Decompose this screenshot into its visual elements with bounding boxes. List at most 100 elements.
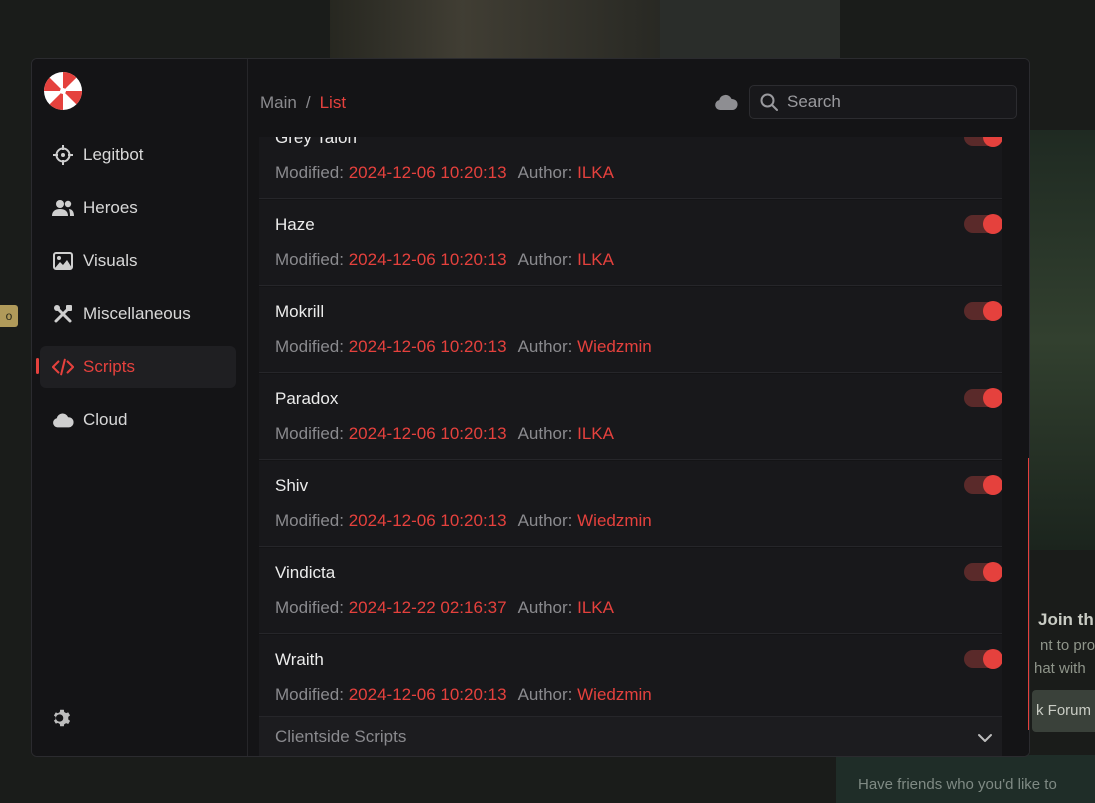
sidebar: Legitbot Heroes Visuals Miscellaneous Sc… [32,59,248,756]
list-item: Wraith Modified: 2024-12-06 10:20:13 Auth… [259,635,1002,716]
toggle-knob [983,301,1002,321]
script-name: Mokrill [275,302,325,321]
author-name[interactable]: ILKA [577,424,614,443]
sidebar-item-miscellaneous[interactable]: Miscellaneous [40,293,236,335]
modified-label: Modified: [275,685,344,704]
script-meta: Modified: 2024-12-06 10:20:13 Author: Wie… [275,337,652,357]
modified-date: 2024-12-06 10:20:13 [348,511,507,530]
author-name[interactable]: Wiedzmin [577,685,652,704]
gear-icon[interactable] [51,707,73,729]
modified-label: Modified: [275,337,344,356]
scrollbar-thumb[interactable] [1028,458,1029,730]
chevron-down-icon [978,734,992,742]
script-name: Haze [275,215,315,234]
list-item: Grey Talon Modified: 2024-12-06 10:20:13… [259,137,1002,199]
author-name[interactable]: Wiedzmin [577,511,652,530]
clientside-scripts-section[interactable]: Clientside Scripts [259,716,1002,756]
author-name[interactable]: ILKA [577,250,614,269]
sidebar-item-label: Scripts [83,357,135,376]
script-meta: Modified: 2024-12-22 02:16:37 Author: ILK… [275,598,614,618]
modified-label: Modified: [275,163,344,182]
toggle-knob [983,137,1002,147]
background-scene-top [330,0,660,60]
toggle-knob [983,388,1002,408]
modified-label: Modified: [275,250,344,269]
modified-date: 2024-12-06 10:20:13 [348,685,507,704]
active-indicator [36,358,39,374]
list-item: Paradox Modified: 2024-12-06 10:20:13 Aut… [259,374,1002,460]
background-promo-text: nt to pro [1040,637,1095,654]
script-toggle[interactable] [964,214,1002,234]
modified-date: 2024-12-06 10:20:13 [348,337,507,356]
script-toggle[interactable] [964,475,1002,495]
author-label: Author: [517,163,573,182]
toggle-knob [983,475,1002,495]
background-character [1030,130,1095,550]
sidebar-item-label: Heroes [83,198,138,217]
breadcrumb: Main / List [260,93,346,113]
script-toggle[interactable] [964,301,1002,321]
script-toggle[interactable] [964,137,1002,147]
script-meta: Modified: 2024-12-06 10:20:13 Author: Wie… [275,685,652,705]
author-name[interactable]: ILKA [577,163,614,182]
author-name[interactable]: Wiedzmin [577,337,652,356]
sidebar-item-scripts[interactable]: Scripts [40,346,236,388]
author-name[interactable]: ILKA [577,598,614,617]
script-meta: Modified: 2024-12-06 10:20:13 Author: ILK… [275,424,614,444]
script-meta: Modified: 2024-12-06 10:20:13 Author: ILK… [275,163,614,183]
cloud-icon[interactable] [714,92,738,112]
script-name: Paradox [275,389,339,408]
list-item: Vindicta Modified: 2024-12-22 02:16:37 Au… [259,548,1002,634]
search-input[interactable] [785,91,1009,113]
crosshair-icon [52,144,74,166]
author-label: Author: [517,598,573,617]
list-item: Shiv Modified: 2024-12-06 10:20:13 Author… [259,461,1002,547]
sidebar-item-legitbot[interactable]: Legitbot [40,134,236,176]
modified-date: 2024-12-22 02:16:37 [348,598,507,617]
script-toggle[interactable] [964,562,1002,582]
script-meta: Modified: 2024-12-06 10:20:13 Author: ILK… [275,250,614,270]
background-invite-text: Have friends who you'd like to [858,776,1057,793]
script-toggle[interactable] [964,649,1002,669]
search-icon [760,93,778,111]
author-label: Author: [517,337,573,356]
modified-date: 2024-12-06 10:20:13 [348,250,507,269]
modified-date: 2024-12-06 10:20:13 [348,424,507,443]
author-label: Author: [517,511,573,530]
script-name: Grey Talon [275,137,357,147]
sidebar-item-heroes[interactable]: Heroes [40,187,236,229]
umbrella-logo [44,72,82,110]
script-name: Shiv [275,476,309,495]
main-content: Main / List Grey Talon Modified: 2024-12-0… [248,59,1029,756]
breadcrumb-root[interactable]: Main [260,93,297,112]
script-meta: Modified: 2024-12-06 10:20:13 Author: Wie… [275,511,652,531]
sidebar-item-label: Visuals [83,251,138,270]
background-scene-top-right [660,0,840,60]
script-name: Wraith [275,650,324,669]
sidebar-item-visuals[interactable]: Visuals [40,240,236,282]
users-icon [52,197,74,219]
search-box[interactable] [749,85,1017,119]
author-label: Author: [517,424,573,443]
tools-icon [52,303,74,325]
background-forum-button: k Forum [1032,690,1095,732]
scripts-list: Grey Talon Modified: 2024-12-06 10:20:13… [259,137,1002,716]
toggle-knob [983,649,1002,669]
breadcrumb-current: List [319,93,347,112]
sidebar-item-label: Miscellaneous [83,304,191,323]
toggle-knob [983,214,1002,234]
script-name: Vindicta [275,563,336,582]
author-label: Author: [517,685,573,704]
script-toggle[interactable] [964,388,1002,408]
background-promo-text: hat with [1034,660,1086,677]
code-icon [52,356,74,378]
list-item: Mokrill Modified: 2024-12-06 10:20:13 Aut… [259,287,1002,373]
modified-date: 2024-12-06 10:20:13 [348,163,507,182]
sidebar-item-cloud[interactable]: Cloud [40,399,236,441]
modified-label: Modified: [275,424,344,443]
background-promo-title: Join th [1038,610,1094,629]
author-label: Author: [517,250,573,269]
toggle-knob [983,562,1002,582]
breadcrumb-separator: / [305,93,311,112]
image-icon [52,250,74,272]
